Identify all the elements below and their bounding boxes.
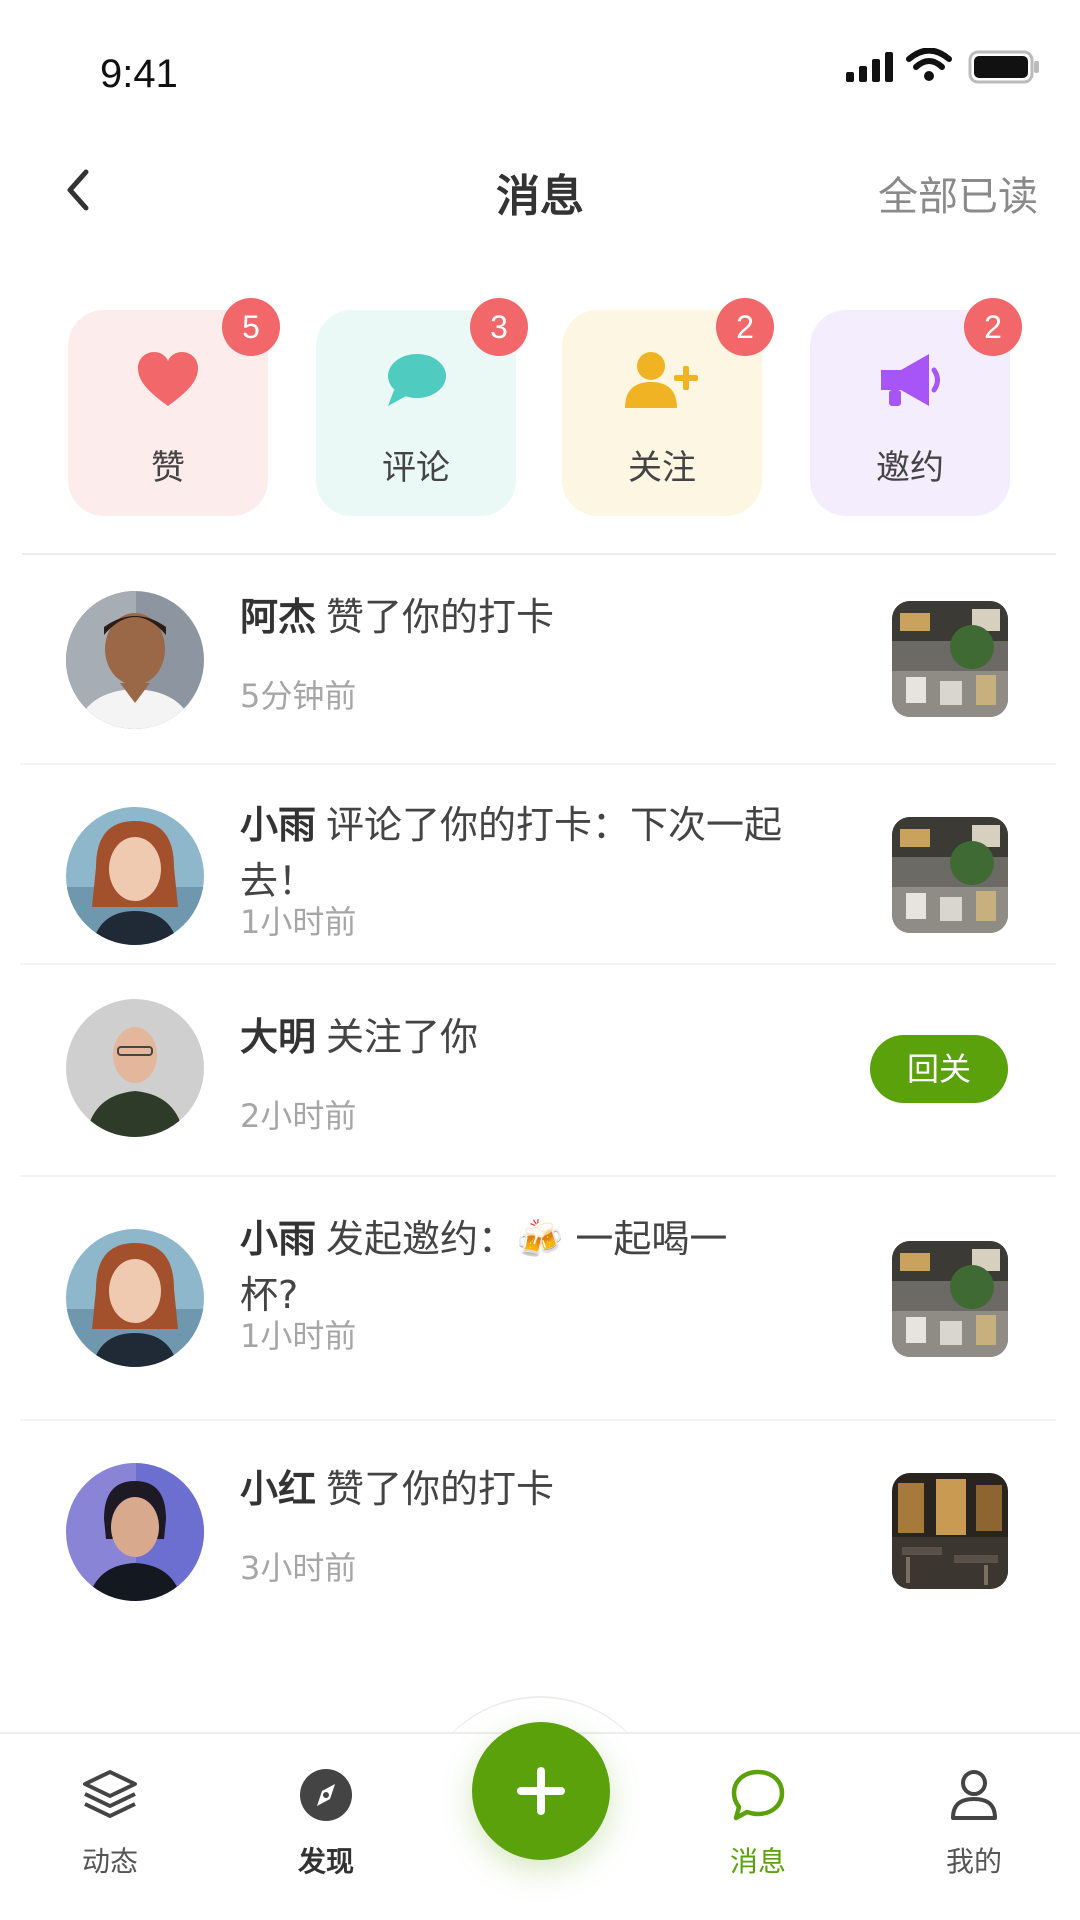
- sender-name[interactable]: 小雨: [240, 803, 316, 847]
- avatar[interactable]: [66, 1463, 204, 1601]
- status-bar: 9:41: [0, 0, 1080, 130]
- message-row[interactable]: 小雨 发起邀约：🍻 一起喝一杯? 1小时前: [20, 1177, 1056, 1421]
- user-plus-icon: [562, 350, 762, 414]
- tab-label: 发现: [297, 1845, 354, 1878]
- message-row[interactable]: 小雨 评论了你的打卡：下次一起去！ 1小时前: [20, 765, 1056, 965]
- post-thumbnail[interactable]: [892, 1473, 1008, 1589]
- avatar[interactable]: [66, 807, 204, 945]
- category-cards: 赞 5 评论 3 关注 2 邀约 2: [68, 298, 1022, 520]
- compass-icon: [256, 1764, 396, 1826]
- battery-icon: [968, 50, 1039, 84]
- message-body: 赞了你的打卡: [326, 1467, 555, 1511]
- mark-all-read-button[interactable]: 全部已读: [878, 164, 1038, 222]
- message-time: 1小时前: [240, 903, 357, 941]
- wifi-icon: [906, 48, 952, 81]
- category-comments[interactable]: 评论 3: [316, 298, 528, 516]
- plus-icon: [517, 1767, 565, 1815]
- count-badge: 5: [222, 298, 280, 356]
- user-icon: [904, 1764, 1044, 1826]
- post-thumbnail[interactable]: [892, 601, 1008, 717]
- message-body: 关注了你: [326, 1015, 479, 1059]
- avatar[interactable]: [66, 1229, 204, 1367]
- megaphone-icon: [810, 350, 1010, 414]
- category-label: 赞: [151, 448, 185, 488]
- sender-name[interactable]: 小雨: [240, 1217, 316, 1261]
- avatar[interactable]: [66, 999, 204, 1137]
- message-row[interactable]: 小红 赞了你的打卡 3小时前: [20, 1421, 1056, 1647]
- message-text: 阿杰 赞了你的打卡: [240, 589, 840, 645]
- post-thumbnail[interactable]: [892, 817, 1008, 933]
- heart-icon: [68, 350, 268, 414]
- tab-profile[interactable]: 我的: [904, 1764, 1044, 1880]
- message-text: 小雨 发起邀约：🍻 一起喝一杯?: [240, 1211, 760, 1323]
- sender-name[interactable]: 小红: [240, 1467, 316, 1511]
- status-time: 9:41: [100, 52, 178, 96]
- layers-icon: [40, 1764, 180, 1826]
- category-label: 邀约: [876, 448, 944, 488]
- avatar[interactable]: [66, 591, 204, 729]
- post-thumbnail[interactable]: [892, 1241, 1008, 1357]
- tab-messages[interactable]: 消息: [688, 1764, 828, 1880]
- create-post-button[interactable]: [472, 1722, 610, 1860]
- message-row[interactable]: 大明 关注了你 2小时前 回关: [20, 965, 1056, 1177]
- chat-bubble-icon: [688, 1764, 828, 1826]
- message-time: 3小时前: [240, 1549, 357, 1587]
- category-label: 关注: [628, 448, 696, 488]
- category-label: 评论: [382, 448, 450, 488]
- message-time: 2小时前: [240, 1097, 357, 1135]
- count-badge: 3: [470, 298, 528, 356]
- category-likes[interactable]: 赞 5: [68, 298, 280, 516]
- count-badge: 2: [716, 298, 774, 356]
- message-time: 5分钟前: [240, 677, 357, 715]
- tab-feed[interactable]: 动态: [40, 1764, 180, 1880]
- sender-name[interactable]: 阿杰: [240, 595, 316, 639]
- signal-icon: [846, 52, 893, 82]
- tab-discover[interactable]: 发现: [256, 1764, 396, 1880]
- message-body: 赞了你的打卡: [326, 595, 555, 639]
- category-follows[interactable]: 关注 2: [562, 298, 774, 516]
- follow-back-button[interactable]: 回关: [870, 1035, 1008, 1103]
- message-text: 大明 关注了你: [240, 1009, 840, 1065]
- message-row[interactable]: 阿杰 赞了你的打卡 5分钟前: [20, 555, 1056, 765]
- tab-label: 消息: [729, 1845, 786, 1878]
- message-time: 1小时前: [240, 1317, 357, 1355]
- tab-label: 我的: [945, 1845, 1002, 1878]
- comment-icon: [316, 350, 516, 414]
- nav-header: 消息 全部已读: [0, 140, 1080, 240]
- message-text: 小红 赞了你的打卡: [240, 1461, 840, 1517]
- count-badge: 2: [964, 298, 1022, 356]
- message-text: 小雨 评论了你的打卡：下次一起去！: [240, 797, 840, 909]
- tab-label: 动态: [81, 1845, 138, 1878]
- sender-name[interactable]: 大明: [240, 1015, 316, 1059]
- message-body: 评论了你的打卡：下次一起去！: [240, 803, 783, 903]
- category-invitations[interactable]: 邀约 2: [810, 298, 1022, 516]
